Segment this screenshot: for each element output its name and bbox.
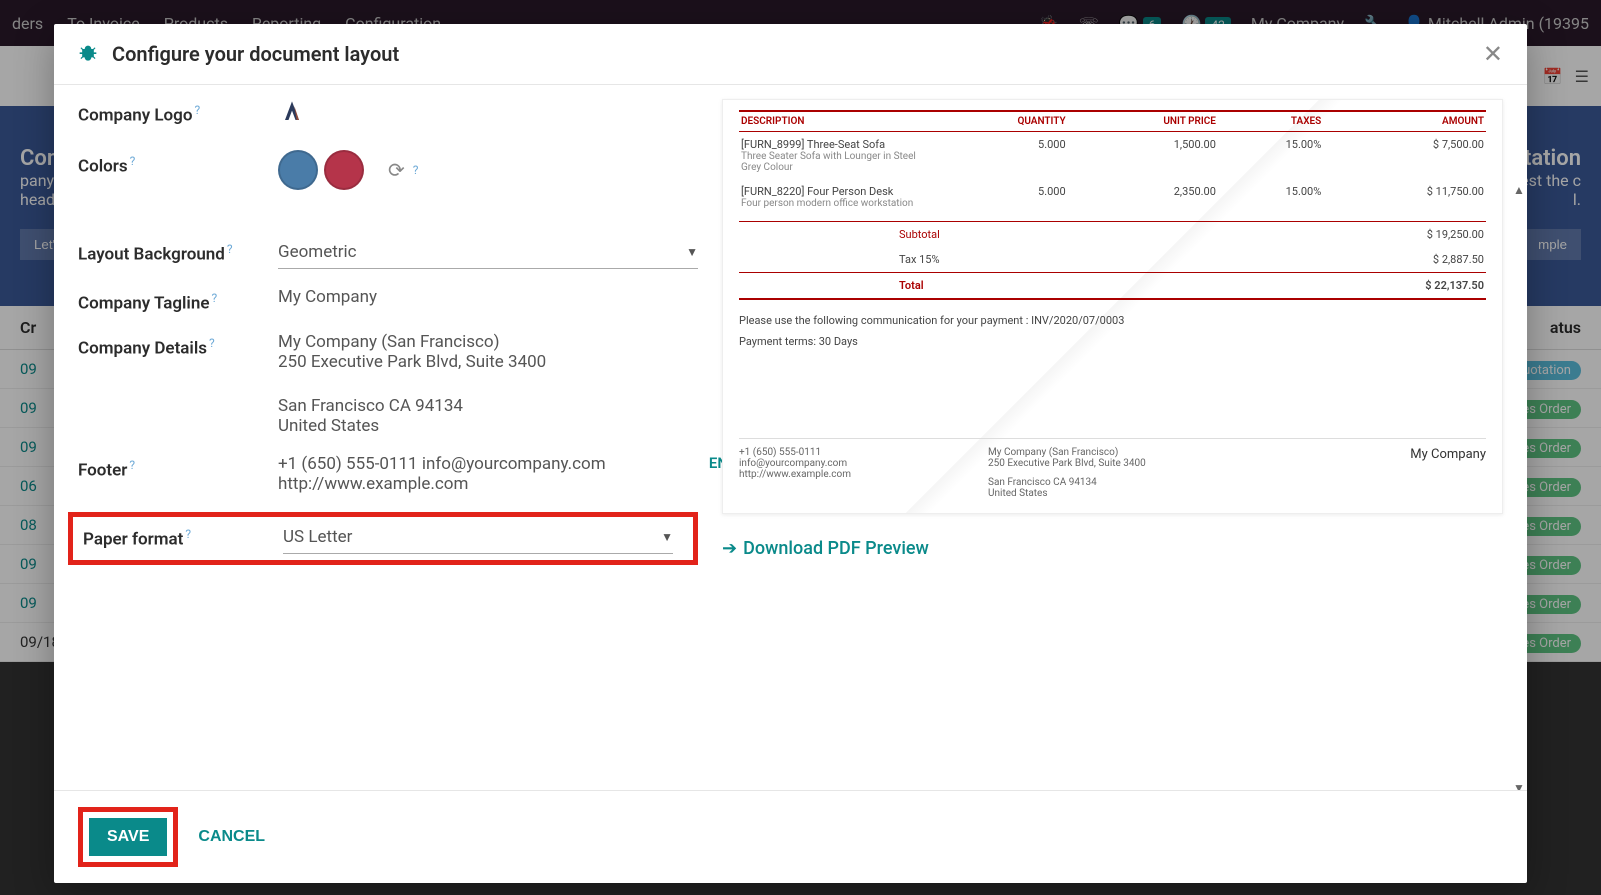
form-column: Company Logo? Colors? ⟳ ? Layout Backgr	[78, 99, 698, 784]
help-icon[interactable]: ?	[212, 291, 218, 305]
modal-header: Configure your document layout ✕	[54, 24, 1527, 85]
payment-terms: Payment terms: 30 Days	[739, 335, 1486, 348]
modal-footer: SAVE CANCEL	[54, 790, 1527, 883]
col-taxes: TAXES	[1218, 111, 1323, 132]
help-icon[interactable]: ?	[413, 163, 419, 177]
label-tagline: Company Tagline?	[78, 287, 278, 314]
document-preview: DESCRIPTION QUANTITY UNIT PRICE TAXES AM…	[722, 99, 1503, 514]
col-amount: AMOUNT	[1323, 111, 1486, 132]
chevron-down-icon: ▼	[686, 245, 698, 259]
company-logo-preview[interactable]	[278, 99, 306, 127]
label-footer: Footer?	[78, 454, 278, 494]
label-logo: Company Logo?	[78, 99, 278, 132]
list-icon[interactable]: ☰	[1575, 67, 1589, 86]
bug-icon	[78, 44, 98, 64]
col-description: DESCRIPTION	[739, 111, 929, 132]
help-icon[interactable]: ?	[194, 103, 200, 117]
color-primary-swatch[interactable]	[278, 150, 318, 190]
footer-value[interactable]: +1 (650) 555-0111 info@yourcompany.com E…	[278, 454, 698, 494]
col-quantity: QUANTITY	[929, 111, 1068, 132]
label-background: Layout Background?	[78, 238, 278, 269]
chevron-down-icon: ▼	[661, 530, 673, 544]
save-highlight: SAVE	[78, 807, 178, 867]
refresh-icon[interactable]: ⟳	[388, 158, 405, 182]
scroll-up-icon[interactable]: ▲	[1513, 183, 1523, 197]
payment-communication: Please use the following communication f…	[739, 314, 1486, 327]
nav-item[interactable]: ders	[12, 14, 43, 33]
help-icon[interactable]: ?	[130, 154, 136, 168]
help-icon[interactable]: ?	[185, 527, 191, 541]
label-paper: Paper format?	[83, 523, 283, 554]
help-icon[interactable]: ?	[209, 336, 215, 350]
preview-line: [FURN_8220] Four Person DeskFour person …	[739, 179, 1486, 215]
paper-format-highlight: Paper format? US Letter ▼	[68, 512, 698, 565]
download-pdf-link[interactable]: ➔ Download PDF Preview	[722, 538, 1503, 559]
col-price: UNIT PRICE	[1068, 111, 1218, 132]
close-icon[interactable]: ✕	[1483, 42, 1503, 66]
details-value[interactable]: My Company (San Francisco) 250 Executive…	[278, 332, 698, 436]
preview-company-name: My Company	[1237, 447, 1486, 499]
document-layout-modal: Configure your document layout ✕ Company…	[54, 24, 1527, 883]
save-button[interactable]: SAVE	[89, 818, 167, 856]
preview-column: DESCRIPTION QUANTITY UNIT PRICE TAXES AM…	[722, 99, 1503, 784]
tagline-value[interactable]: My Company	[278, 287, 698, 314]
modal-title: Configure your document layout	[112, 42, 399, 66]
help-icon[interactable]: ?	[129, 458, 135, 472]
scroll-down-icon[interactable]: ▼	[1513, 781, 1523, 790]
calendar-icon[interactable]: 📅	[1543, 67, 1563, 86]
arrow-right-icon: ➔	[722, 538, 737, 559]
label-details: Company Details?	[78, 332, 278, 436]
preview-line: [FURN_8999] Three-Seat SofaThree Seater …	[739, 132, 1486, 180]
paper-format-select[interactable]: US Letter ▼	[283, 523, 673, 554]
label-colors: Colors?	[78, 150, 278, 190]
banner-button-right[interactable]: mple	[1524, 229, 1581, 260]
color-secondary-swatch[interactable]	[324, 150, 364, 190]
help-icon[interactable]: ?	[227, 242, 233, 256]
cancel-button[interactable]: CANCEL	[198, 828, 265, 846]
layout-background-select[interactable]: Geometric ▼	[278, 238, 698, 269]
